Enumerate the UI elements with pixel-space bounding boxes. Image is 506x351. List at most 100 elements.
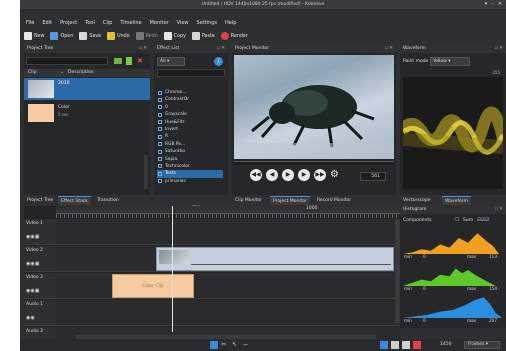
forward-icon[interactable]: ▶▶ [314,169,326,181]
track-controls[interactable]: ◉◉▣ [26,288,39,294]
project-tree-title: Project Tree [27,46,54,51]
playhead[interactable] [172,206,173,332]
clip-duration: 5 sec [58,112,69,117]
paint-mode-select[interactable]: Yellow ▾ [430,57,470,66]
effect-info-icon[interactable]: i [214,57,223,66]
panel-close-icon[interactable]: ▫ ✕ [217,45,225,53]
effect-item[interactable]: ContrastOr [157,96,223,103]
render-button[interactable]: Render [220,32,248,40]
save-button[interactable]: Save [79,32,101,40]
menu-monitor[interactable]: Monitor [150,20,169,26]
copy-button[interactable]: Copy [163,32,186,40]
effect-search-input[interactable] [157,69,225,77]
list-item[interactable]: 2010 [24,78,150,100]
play-icon[interactable]: ▶ [282,169,294,181]
menu-project[interactable]: Project [60,20,77,26]
panel-close-icon[interactable]: ▫ ✕ [495,206,503,214]
track-controls[interactable]: ◉◉ [26,315,35,321]
view-mode-icon[interactable] [402,341,410,349]
effect-item[interactable]: RGB Pa... [157,141,223,148]
effect-item[interactable]: Hue&Fltr [157,119,223,126]
panel-close-icon[interactable]: ▫ ✕ [495,45,503,53]
effect-item[interactable]: Tests [157,170,223,178]
track-lane-video-1[interactable] [56,219,400,245]
sum-checkbox[interactable]: ☐ [455,218,459,223]
channel-checkboxes[interactable]: ☑☑☑ [477,218,489,223]
delete-clip-icon[interactable]: ✖ [137,57,144,65]
video-clip[interactable] [156,247,394,271]
tab-vectorscope[interactable]: Vectorscope [400,196,434,205]
monitor-seek-bar[interactable] [234,161,394,165]
tab-project-tree[interactable]: Project Tree [24,196,56,205]
menu-help[interactable]: Help [225,20,236,26]
description-column-header[interactable]: Description [68,69,94,77]
rewind-icon[interactable]: ◀◀ [250,169,262,181]
effect-item[interactable]: Invert [157,126,223,133]
track-controls[interactable]: ◉◉▣ [26,234,39,240]
view-mode-icon[interactable] [380,341,388,349]
effect-item[interactable]: Sepia [157,156,223,163]
previous-frame-icon[interactable]: ◀ [266,169,278,181]
undo-button[interactable]: Undo [107,32,130,40]
max-label: max [467,286,477,291]
paste-button[interactable]: Paste [191,32,215,40]
zoom-out-icon[interactable]: − [243,341,251,349]
panel-close-icon[interactable]: ▫ ✕ [385,45,393,53]
timeline-ruler[interactable]: 1000 [56,206,400,214]
effect-item[interactable]: primaries [157,178,223,185]
time-unit-select[interactable]: Frames ▾ [464,341,500,349]
effect-item[interactable]: Saturatio [157,148,223,155]
effect-name: Hue&Fltr [165,119,185,125]
add-clip-icon[interactable] [114,58,122,64]
view-mode-icon[interactable] [391,341,399,349]
panel-close-icon[interactable]: ▫ ✕ [139,45,147,53]
effect-icon [158,164,162,169]
razor-tool-icon[interactable]: ✂ [221,341,229,349]
track-lane-video-3[interactable]: Color Clip [56,273,400,299]
menu-file[interactable]: File [26,20,34,26]
tab-waveform[interactable]: Waveform [442,196,471,205]
menu-clip[interactable]: Clip [103,20,112,26]
menu-view[interactable]: View [177,20,189,26]
tab-clip-monitor[interactable]: Clip Monitor [232,196,265,205]
clip-name: 2010 [58,81,70,86]
clip-column-header[interactable]: Clip [28,69,37,77]
tab-transition[interactable]: Transition [94,196,122,205]
pointer-icon[interactable]: ↖ [232,341,240,349]
new-button[interactable]: New [24,32,44,40]
select-tool-icon[interactable] [210,341,218,349]
menu-settings[interactable]: Settings [197,20,218,26]
view-mode-icon[interactable] [413,341,421,349]
list-item[interactable]: Color 5 sec [24,102,150,124]
track-lane-video-2[interactable] [56,246,400,272]
effect-item[interactable]: Chrome... [157,89,223,96]
effect-icon [158,112,162,117]
effect-item[interactable]: 0 [157,104,223,111]
menu-timeline[interactable]: Timeline [120,20,141,26]
effect-filter-select[interactable]: All ▾ [157,57,185,66]
track-lane-audio-1[interactable] [56,300,400,326]
tab-project-monitor[interactable]: Project Monitor [270,196,310,205]
edit-clip-icon[interactable] [126,57,132,65]
timecode-field[interactable]: 561 [360,172,386,181]
video-clip-thumbnail [159,250,189,264]
window-menu-icon[interactable]: ▾ [485,0,488,9]
project-search-input[interactable] [26,57,108,65]
effect-icon [158,171,162,176]
color-clip[interactable]: Color Clip [112,274,194,298]
effect-item[interactable]: Technicolor [157,163,223,170]
menu-edit[interactable]: Edit [42,20,52,26]
open-button[interactable]: Open [50,32,73,40]
close-icon[interactable]: ✕ [498,0,502,9]
track-controls[interactable]: ◉◉▣ [26,261,39,267]
redo-button[interactable]: Redo [135,32,158,40]
minimize-icon[interactable]: – [491,0,494,9]
next-frame-icon[interactable]: ▶ [298,169,310,181]
effect-item[interactable]: Grayscale [157,111,223,118]
gear-icon[interactable]: ⚙ [330,169,342,181]
tab-record-monitor[interactable]: Record Monitor [314,196,354,205]
tab-effect-stack[interactable]: Effect Stack [58,196,91,205]
effect-item[interactable]: R [157,133,223,140]
project-tree-scrollbar[interactable] [144,155,148,189]
menu-tool[interactable]: Tool [85,20,95,26]
